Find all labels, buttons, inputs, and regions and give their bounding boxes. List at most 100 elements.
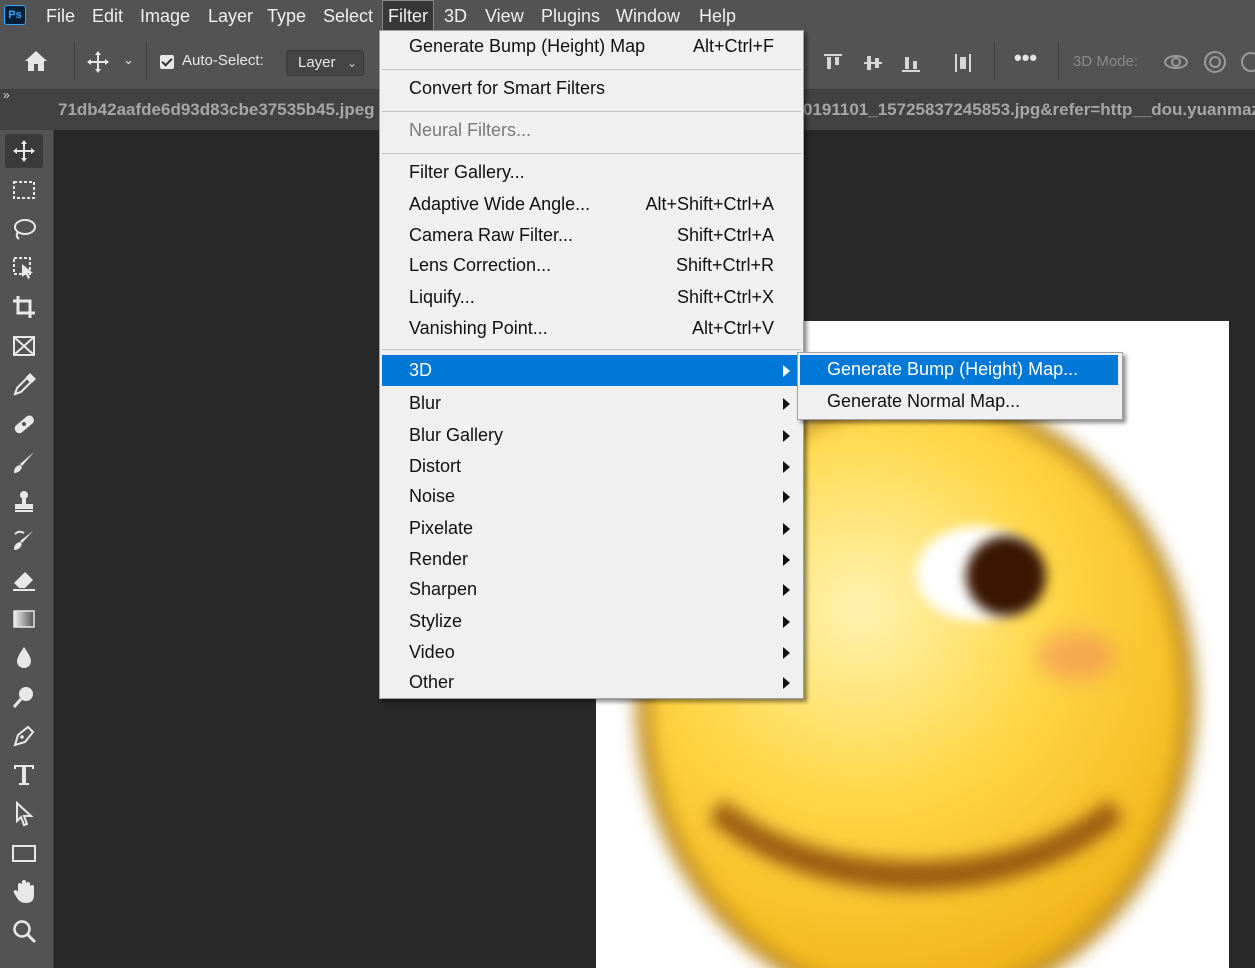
- pen-icon: [13, 725, 35, 747]
- blur-tool[interactable]: [5, 641, 43, 675]
- menu-item-neural-filters[interactable]: Neural Filters...: [382, 115, 801, 146]
- menu-item-blur-gallery[interactable]: Blur Gallery: [382, 420, 801, 451]
- align-vertical-center-icon[interactable]: [862, 52, 884, 74]
- menu-window[interactable]: Window: [610, 0, 686, 32]
- pen-tool[interactable]: [5, 719, 43, 753]
- crop-icon: [13, 296, 35, 318]
- menu-item-convert-smart-filters[interactable]: Convert for Smart Filters: [382, 73, 801, 104]
- document-tab[interactable]: 71db42aafde6d93d83cbe37535b45.jpeg: [58, 100, 375, 120]
- menu-separator: [382, 111, 801, 112]
- home-icon[interactable]: [23, 49, 49, 73]
- menu-image[interactable]: Image: [134, 0, 196, 32]
- move-tool[interactable]: [5, 134, 43, 168]
- menu-item-stylize[interactable]: Stylize: [382, 606, 801, 637]
- gradient-tool[interactable]: [5, 602, 43, 636]
- menu-item-noise[interactable]: Noise: [382, 481, 801, 512]
- type-tool[interactable]: [5, 758, 43, 792]
- 3d-pan-icon[interactable]: [1238, 49, 1255, 75]
- menu-select[interactable]: Select: [317, 0, 379, 32]
- menu-item-distort[interactable]: Distort: [382, 451, 801, 482]
- move-tool-preset-icon[interactable]: [86, 50, 110, 74]
- lasso-icon: [14, 219, 36, 240]
- panel-collapse-icon[interactable]: »: [3, 88, 10, 102]
- menu-item-lens-correction[interactable]: Lens Correction... Shift+Ctrl+R: [382, 250, 801, 281]
- brush-icon: [14, 452, 34, 473]
- menu-item-blur[interactable]: Blur: [382, 388, 801, 419]
- 3d-roll-icon[interactable]: [1202, 49, 1228, 75]
- menu-help[interactable]: Help: [693, 0, 742, 32]
- more-options-icon[interactable]: •••: [1014, 45, 1037, 71]
- path-selection-tool[interactable]: [5, 797, 43, 831]
- menu-item-label: Generate Normal Map...: [827, 391, 1021, 411]
- menu-3d[interactable]: 3D: [438, 0, 473, 32]
- menu-item-label: Video: [409, 642, 455, 662]
- dodge-tool[interactable]: [5, 680, 43, 714]
- distribute-icon[interactable]: [952, 52, 974, 74]
- menu-item-3d[interactable]: 3D: [382, 355, 801, 386]
- object-selection-tool[interactable]: [5, 251, 43, 285]
- lasso-tool[interactable]: [5, 212, 43, 246]
- smiley-cheek: [1036, 631, 1116, 681]
- menu-item-label: Render: [409, 549, 469, 569]
- menu-filter[interactable]: Filter: [382, 0, 434, 32]
- eraser-icon: [13, 572, 35, 591]
- menu-item-shortcut: Alt+Ctrl+V: [691, 318, 774, 338]
- align-top-icon[interactable]: [822, 52, 844, 74]
- document-tab[interactable]: 0191101_15725837245853.jpg&refer=http__d…: [803, 100, 1255, 120]
- menu-item-camera-raw-filter[interactable]: Camera Raw Filter... Shift+Ctrl+A: [382, 220, 801, 251]
- menu-item-shortcut: Alt+Ctrl+F: [692, 36, 774, 56]
- menu-item-other[interactable]: Other: [382, 667, 801, 698]
- healing-brush-tool[interactable]: [5, 407, 43, 441]
- frame-tool[interactable]: [5, 329, 43, 363]
- type-icon: [14, 765, 34, 785]
- menu-item-liquify[interactable]: Liquify... Shift+Ctrl+X: [382, 282, 801, 313]
- layer-select-value: Layer: [298, 54, 336, 71]
- menu-item-label: Neural Filters...: [409, 120, 532, 140]
- align-bottom-icon[interactable]: [900, 52, 922, 74]
- menu-item-adaptive-wide-angle[interactable]: Adaptive Wide Angle... Alt+Shift+Ctrl+A: [382, 189, 801, 220]
- menu-item-shortcut: Shift+Ctrl+X: [676, 287, 774, 307]
- rectangle-icon: [12, 845, 36, 862]
- auto-select-checkbox[interactable]: [160, 55, 174, 69]
- zoom-tool[interactable]: [5, 914, 43, 948]
- submenu-arrow-icon: [783, 523, 790, 535]
- menu-file[interactable]: File: [40, 0, 81, 32]
- menu-item-vanishing-point[interactable]: Vanishing Point... Alt+Ctrl+V: [382, 313, 801, 344]
- menu-type[interactable]: Type: [261, 0, 312, 32]
- eraser-tool[interactable]: [5, 563, 43, 597]
- history-brush-tool[interactable]: [5, 524, 43, 558]
- menu-plugins[interactable]: Plugins: [535, 0, 606, 32]
- menu-item-shortcut: Alt+Shift+Ctrl+A: [645, 194, 774, 214]
- chevron-down-icon[interactable]: ⌄: [123, 52, 134, 68]
- menu-item-label: Other: [409, 672, 455, 692]
- menu-item-sharpen[interactable]: Sharpen: [382, 574, 801, 605]
- menu-view[interactable]: View: [479, 0, 530, 32]
- 3d-orbit-icon[interactable]: [1162, 49, 1190, 75]
- menu-item-filter-gallery[interactable]: Filter Gallery...: [382, 157, 801, 188]
- menu-edit[interactable]: Edit: [86, 0, 129, 32]
- brush-tool[interactable]: [5, 446, 43, 480]
- menu-item-generate-bump-map[interactable]: Generate Bump (Height) Map...: [800, 355, 1118, 385]
- menu-item-video[interactable]: Video: [382, 637, 801, 668]
- auto-select-target-dropdown[interactable]: Layer ⌄: [286, 50, 364, 76]
- photoshop-logo[interactable]: Ps: [4, 5, 26, 25]
- menu-item-label: Blur Gallery: [409, 425, 504, 445]
- menu-layer[interactable]: Layer: [202, 0, 259, 32]
- eyedropper-tool[interactable]: [5, 368, 43, 402]
- submenu-arrow-icon: [783, 647, 790, 659]
- marquee-tool[interactable]: [5, 173, 43, 207]
- clone-stamp-tool[interactable]: [5, 485, 43, 519]
- menu-separator: [382, 349, 801, 350]
- menu-item-last-filter[interactable]: Generate Bump (Height) Map Alt+Ctrl+F: [382, 31, 801, 62]
- submenu-arrow-icon: [783, 398, 790, 410]
- menu-item-generate-normal-map[interactable]: Generate Normal Map...: [800, 387, 1118, 417]
- menu-item-render[interactable]: Render: [382, 544, 801, 575]
- gradient-icon: [13, 610, 35, 628]
- menu-item-pixelate[interactable]: Pixelate: [382, 513, 801, 544]
- crop-tool[interactable]: [5, 290, 43, 324]
- menu-bar: Ps File Edit Image Layer Type Select Fil…: [0, 0, 1255, 32]
- hand-tool[interactable]: [5, 875, 43, 909]
- menu-separator: [382, 69, 801, 70]
- rectangle-tool[interactable]: [5, 836, 43, 870]
- menu-item-label: Generate Bump (Height) Map: [409, 36, 646, 56]
